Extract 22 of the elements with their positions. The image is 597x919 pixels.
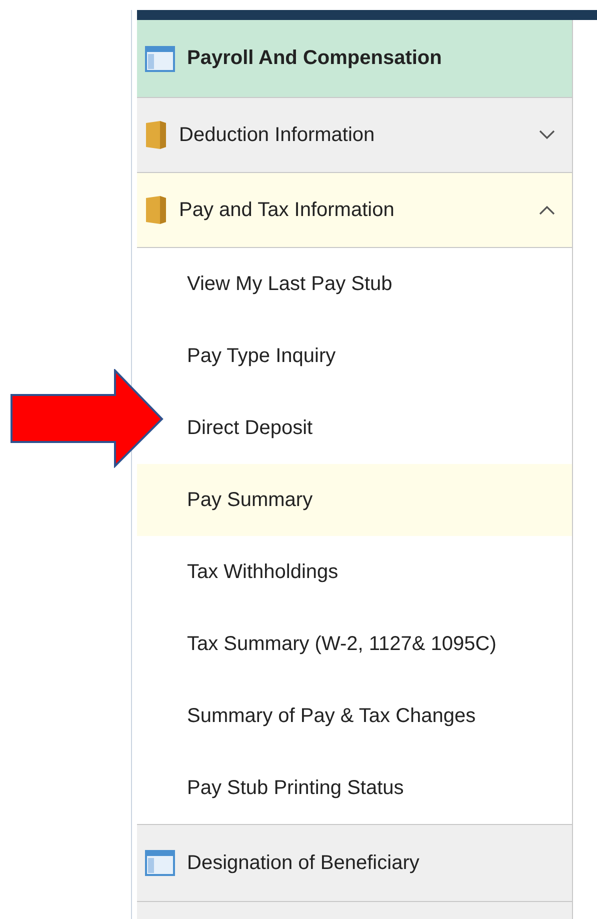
section-title: Payroll And Compensation [187, 47, 443, 70]
menu-item[interactable]: Pay Type Inquiry [164, 320, 572, 392]
accordion-header[interactable]: Pay and Tax Information [137, 173, 572, 248]
chevron-down-icon[interactable] [539, 130, 555, 140]
menu-item[interactable]: Pay Stub Printing Status [164, 752, 572, 824]
menu-item[interactable]: Tax Summary (W-2, 1127& 1095C) [164, 608, 572, 680]
group-title: Deduction Information [179, 124, 376, 146]
window-icon [145, 850, 175, 876]
section-header[interactable]: Payroll And Compensation [137, 20, 572, 98]
menu-item[interactable]: Summary of Pay & Tax Changes [164, 680, 572, 752]
page-title: Designation of Beneficiary [187, 852, 420, 874]
window-icon [145, 46, 175, 72]
group-title: Pay and Tax Information [179, 198, 396, 222]
accordion-header[interactable]: Deduction Information [137, 98, 572, 173]
folder-icon [145, 195, 167, 225]
menu-item[interactable]: Direct Deposit [164, 392, 572, 464]
menu-item[interactable]: Tax Withholdings [164, 536, 572, 608]
menu-item[interactable]: View My Last Pay Stub [164, 248, 572, 320]
chevron-up-icon[interactable] [539, 205, 555, 215]
menu-row[interactable]: Designation of Beneficiary [137, 825, 572, 902]
folder-icon [145, 120, 167, 150]
menu-item[interactable]: Pay Summary [137, 464, 572, 536]
